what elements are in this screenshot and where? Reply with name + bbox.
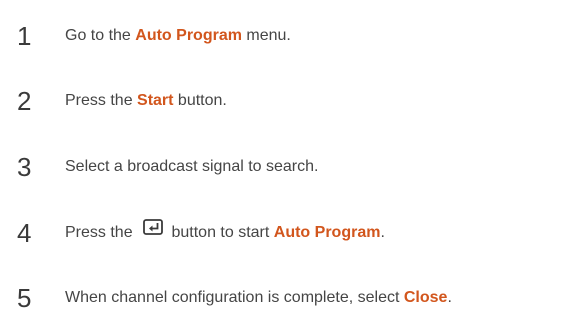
instruction-steps: 1 Go to the Auto Program menu. 2 Press t… bbox=[0, 0, 583, 333]
step-text: Press the Start button. bbox=[65, 84, 227, 118]
enter-button-icon bbox=[143, 214, 163, 248]
step-number: 4 bbox=[17, 218, 32, 248]
step-text-after: . bbox=[380, 224, 385, 242]
step-4: 4 Press the button to start Auto Program… bbox=[0, 216, 583, 250]
step-5: 5 When channel configuration is complete… bbox=[0, 281, 583, 315]
step-number: 5 bbox=[17, 283, 32, 313]
step-number: 1 bbox=[17, 21, 32, 51]
step-text-after: menu. bbox=[241, 27, 291, 44]
step-2: 2 Press the Start button. bbox=[0, 84, 583, 118]
menu-name-highlight: Auto Program bbox=[273, 224, 381, 242]
step-text-after: . bbox=[447, 289, 452, 306]
step-text-after: button. bbox=[173, 92, 227, 109]
step-text-before: When channel configuration is complete, … bbox=[65, 289, 404, 306]
step-text: Go to the Auto Program menu. bbox=[65, 19, 291, 53]
step-text: When channel configuration is complete, … bbox=[65, 281, 452, 315]
step-text: Select a broadcast signal to search. bbox=[65, 158, 319, 175]
step-text-before: Go to the bbox=[65, 27, 136, 44]
button-name-highlight: Close bbox=[403, 289, 448, 306]
step-text: Press the button to start Auto Program. bbox=[65, 216, 385, 250]
step-number: 3 bbox=[17, 152, 32, 182]
step-text-middle: button to start bbox=[167, 224, 274, 242]
step-number: 2 bbox=[17, 86, 32, 116]
step-3: 3 Select a broadcast signal to search. bbox=[0, 150, 583, 184]
step-text-before: Press the bbox=[65, 92, 138, 109]
menu-name-highlight: Auto Program bbox=[135, 27, 242, 44]
button-name-highlight: Start bbox=[137, 92, 174, 109]
step-text-before: Press the bbox=[65, 224, 138, 242]
step-1: 1 Go to the Auto Program menu. bbox=[0, 19, 583, 53]
